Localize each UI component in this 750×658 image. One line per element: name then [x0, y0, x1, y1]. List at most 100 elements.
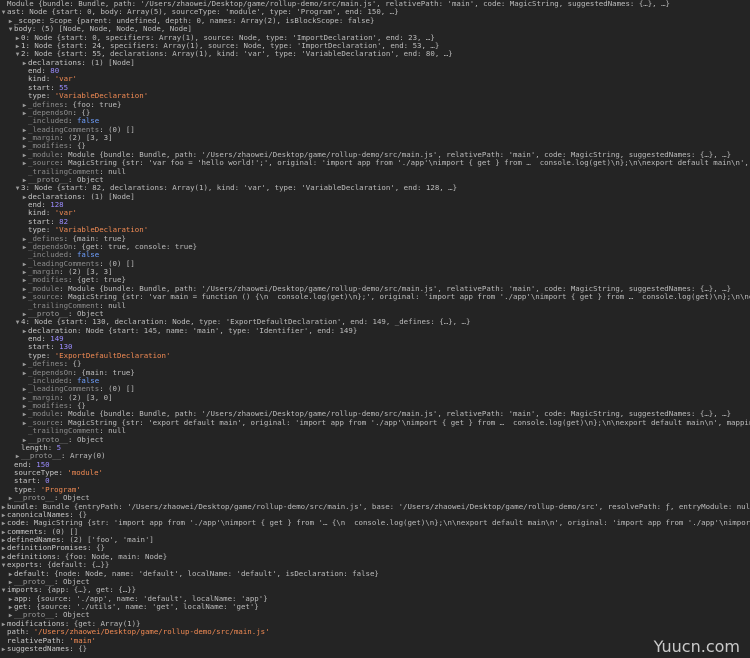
expanded-triangle-icon[interactable]: ▼: [0, 562, 7, 569]
tree-row[interactable]: ▶ default: {node: Node, name: 'default', …: [0, 570, 750, 578]
collapsed-triangle-icon[interactable]: ▶: [21, 411, 28, 418]
collapsed-triangle-icon[interactable]: ▶: [7, 612, 14, 619]
tree-row[interactable]: ▶ bundle: Bundle {entryPath: '/Users/zhao…: [0, 503, 750, 511]
collapsed-triangle-icon[interactable]: ▶: [0, 554, 7, 561]
expanded-triangle-icon[interactable]: ▼: [14, 319, 21, 326]
collapsed-triangle-icon[interactable]: ▶: [21, 177, 28, 184]
tree-row[interactable]: ▶ 1: Node {start: 24, specifiers: Array(1…: [0, 42, 750, 50]
collapsed-triangle-icon[interactable]: ▶: [21, 370, 28, 377]
tree-row[interactable]: ▶ __proto__: Object: [0, 310, 750, 318]
tree-row[interactable]: ▶ _defines: {main: true}: [0, 235, 750, 243]
collapsed-triangle-icon[interactable]: ▶: [21, 328, 28, 335]
collapsed-triangle-icon[interactable]: ▶: [21, 395, 28, 402]
tree-row[interactable]: ▶ _modifies: {}: [0, 142, 750, 150]
tree-row[interactable]: ▶ _dependsOn: {}: [0, 109, 750, 117]
collapsed-triangle-icon[interactable]: ▶: [21, 60, 28, 67]
tree-row[interactable]: ▶ __proto__: Array(0): [0, 452, 750, 460]
collapsed-triangle-icon[interactable]: ▶: [0, 545, 7, 552]
tree-row[interactable]: ▼ imports: {app: {…}, get: {…}}: [0, 586, 750, 594]
collapsed-triangle-icon[interactable]: ▶: [14, 35, 21, 42]
tree-row[interactable]: ▼ ast: Node {start: 0, body: Array(5), so…: [0, 8, 750, 16]
expanded-triangle-icon[interactable]: ▼: [14, 185, 21, 192]
tree-row[interactable]: ▶ _defines: {}: [0, 360, 750, 368]
collapsed-triangle-icon[interactable]: ▶: [21, 194, 28, 201]
tree-row[interactable]: ▶ definedNames: (2) ['foo', 'main']: [0, 536, 750, 544]
collapsed-triangle-icon[interactable]: ▶: [21, 277, 28, 284]
tree-row[interactable]: ▶ _source: MagicString {str: 'var main = …: [0, 293, 750, 301]
expanded-triangle-icon[interactable]: ▼: [7, 26, 14, 33]
tree-row[interactable]: ▶ __proto__: Object: [0, 494, 750, 502]
tree-row[interactable]: ▶ definitionPromises: {}: [0, 544, 750, 552]
collapsed-triangle-icon[interactable]: ▶: [7, 18, 14, 25]
collapsed-triangle-icon[interactable]: ▶: [21, 386, 28, 393]
tree-row[interactable]: ▶ declarations: (1) [Node]: [0, 193, 750, 201]
tree-row[interactable]: ▶ __proto__: Object: [0, 436, 750, 444]
collapsed-triangle-icon[interactable]: ▶: [0, 504, 7, 511]
tree-row[interactable]: ▶ _margin: (2) [3, 0]: [0, 394, 750, 402]
tree-row[interactable]: ▼ body: (5) [Node, Node, Node, Node, Node…: [0, 25, 750, 33]
tree-row[interactable]: ▶ _defines: {foo: true}: [0, 101, 750, 109]
collapsed-triangle-icon[interactable]: ▶: [21, 143, 28, 150]
collapsed-triangle-icon[interactable]: ▶: [21, 127, 28, 134]
collapsed-triangle-icon[interactable]: ▶: [0, 512, 7, 519]
collapsed-triangle-icon[interactable]: ▶: [0, 621, 7, 628]
collapsed-triangle-icon[interactable]: ▶: [21, 261, 28, 268]
collapsed-triangle-icon[interactable]: ▶: [21, 403, 28, 410]
tree-row[interactable]: ▶ __proto__: Object: [0, 578, 750, 586]
collapsed-triangle-icon[interactable]: ▶: [7, 579, 14, 586]
collapsed-triangle-icon[interactable]: ▶: [21, 294, 28, 301]
tree-row[interactable]: ▶ _module: Module {bundle: Bundle, path: …: [0, 410, 750, 418]
collapsed-triangle-icon[interactable]: ▶: [21, 236, 28, 243]
tree-row[interactable]: ▶ declarations: (1) [Node]: [0, 59, 750, 67]
collapsed-triangle-icon[interactable]: ▶: [21, 244, 28, 251]
tree-row[interactable]: ▶ __proto__: Object: [0, 176, 750, 184]
tree-row[interactable]: ▶ _dependsOn: {main: true}: [0, 369, 750, 377]
tree-row[interactable]: ▶ _leadingComments: (0) []: [0, 126, 750, 134]
tree-row[interactable]: ▶ 0: Node {start: 0, specifiers: Array(1)…: [0, 34, 750, 42]
tree-row[interactable]: ▶ _dependsOn: {get: true, console: true}: [0, 243, 750, 251]
tree-row[interactable]: ▶ _scope: Scope {parent: undefined, depth…: [0, 17, 750, 25]
collapsed-triangle-icon[interactable]: ▶: [21, 160, 28, 167]
collapsed-triangle-icon[interactable]: ▶: [21, 420, 28, 427]
collapsed-triangle-icon[interactable]: ▶: [14, 43, 21, 50]
collapsed-triangle-icon[interactable]: ▶: [0, 537, 7, 544]
tree-row[interactable]: ▶ app: {source: './app', name: 'default',…: [0, 595, 750, 603]
collapsed-triangle-icon[interactable]: ▶: [0, 529, 7, 536]
collapsed-triangle-icon[interactable]: ▶: [0, 646, 7, 653]
tree-row[interactable]: ▶ canonicalNames: {}: [0, 511, 750, 519]
tree-row[interactable]: ▶ _module: Module {bundle: Bundle, path: …: [0, 151, 750, 159]
tree-row[interactable]: ▶ definitions: {foo: Node, main: Node}: [0, 553, 750, 561]
tree-row[interactable]: ▶ suggestedNames: {}: [0, 645, 750, 653]
collapsed-triangle-icon[interactable]: ▶: [21, 311, 28, 318]
collapsed-triangle-icon[interactable]: ▶: [21, 361, 28, 368]
tree-row[interactable]: ▶ _margin: (2) [3, 3]: [0, 134, 750, 142]
tree-row[interactable]: ▶ modifications: {get: Array(1)}: [0, 620, 750, 628]
collapsed-triangle-icon[interactable]: ▶: [21, 152, 28, 159]
expanded-triangle-icon[interactable]: ▼: [0, 587, 7, 594]
collapsed-triangle-icon[interactable]: ▶: [21, 135, 28, 142]
tree-row[interactable]: ▼ 4: Node {start: 130, declaration: Node,…: [0, 318, 750, 326]
tree-row[interactable]: ▶ _modifies: {get: true}: [0, 276, 750, 284]
tree-row[interactable]: ▼ 3: Node {start: 82, declarations: Array…: [0, 184, 750, 192]
collapsed-triangle-icon[interactable]: ▶: [0, 520, 7, 527]
collapsed-triangle-icon[interactable]: ▶: [7, 604, 14, 611]
tree-row[interactable]: ▼ exports: {default: {…}}: [0, 561, 750, 569]
tree-row[interactable]: ▶ _module: Module {bundle: Bundle, path: …: [0, 285, 750, 293]
expanded-triangle-icon[interactable]: ▼: [0, 9, 7, 16]
tree-row[interactable]: ▶ _margin: (2) [3, 3]: [0, 268, 750, 276]
collapsed-triangle-icon[interactable]: ▶: [14, 453, 21, 460]
tree-row[interactable]: ▼ 2: Node {start: 55, declarations: Array…: [0, 50, 750, 58]
collapsed-triangle-icon[interactable]: ▶: [21, 437, 28, 444]
tree-row[interactable]: ▶ declaration: Node {start: 145, name: 'm…: [0, 327, 750, 335]
tree-row[interactable]: ▶ _source: MagicString {str: 'export defa…: [0, 419, 750, 427]
tree-row[interactable]: ▶ _source: MagicString {str: 'var foo = '…: [0, 159, 750, 167]
collapsed-triangle-icon[interactable]: ▶: [21, 286, 28, 293]
collapsed-triangle-icon[interactable]: ▶: [21, 269, 28, 276]
tree-row[interactable]: ▶ __proto__: Object: [0, 611, 750, 619]
collapsed-triangle-icon[interactable]: ▶: [7, 571, 14, 578]
tree-row[interactable]: ▶ get: {source: './utils', name: 'get', l…: [0, 603, 750, 611]
expanded-triangle-icon[interactable]: ▼: [14, 51, 21, 58]
collapsed-triangle-icon[interactable]: ▶: [7, 495, 14, 502]
tree-row[interactable]: ▶ comments: (0) []: [0, 528, 750, 536]
tree-row[interactable]: ▶ code: MagicString {str: 'import app fro…: [0, 519, 750, 527]
